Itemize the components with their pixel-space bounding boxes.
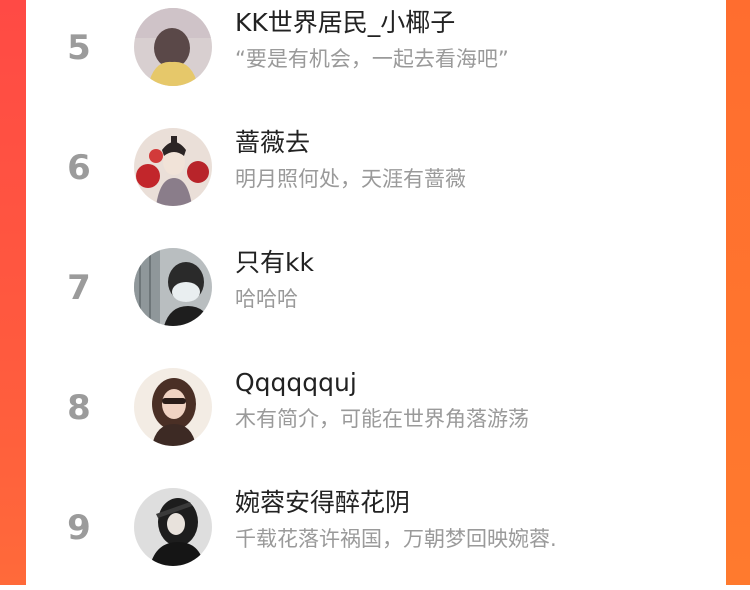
avatar[interactable] [134, 128, 212, 206]
user-bio: 哈哈哈 [235, 287, 298, 311]
user-bio: 木有简介，可能在世界角落游荡 [235, 407, 529, 431]
list-item[interactable]: 7 只有kk 哈哈哈 [26, 240, 726, 350]
user-name: 蔷薇去 [235, 128, 311, 157]
user-name: KK世界居民_小椰子 [235, 8, 456, 37]
list-item[interactable]: 5 KK世界居民_小椰子 “要是有机会，一起去看海吧” [26, 0, 726, 110]
avatar[interactable] [134, 8, 212, 86]
list-item[interactable]: 9 婉蓉安得醉花阴 千载花落许祸国，万朝梦回映婉蓉. [26, 480, 726, 590]
user-bio: “要是有机会，一起去看海吧” [235, 47, 509, 71]
list-item[interactable]: 8 Qqqqqquj 木有简介，可能在世界角落游荡 [26, 360, 726, 470]
ranking-list: 5 KK世界居民_小椰子 “要是有机会，一起去看海吧” 6 蔷薇去 明月照何处，… [26, 0, 726, 585]
page-edge-left [0, 0, 26, 585]
user-bio: 明月照何处，天涯有蔷薇 [235, 167, 466, 191]
rank-number: 6 [67, 148, 91, 188]
list-item[interactable]: 6 蔷薇去 明月照何处，天涯有蔷薇 [26, 120, 726, 230]
avatar[interactable] [134, 488, 212, 566]
rank-number: 7 [67, 268, 91, 308]
avatar[interactable] [134, 368, 212, 446]
user-name: 婉蓉安得醉花阴 [235, 488, 411, 517]
user-bio: 千载花落许祸国，万朝梦回映婉蓉. [235, 527, 557, 551]
page-edge-right [726, 0, 750, 585]
user-name: Qqqqqquj [235, 368, 357, 397]
rank-number: 5 [67, 28, 91, 68]
user-name: 只有kk [235, 248, 314, 277]
avatar[interactable] [134, 248, 212, 326]
rank-number: 8 [67, 388, 91, 428]
rank-number: 9 [67, 508, 91, 548]
